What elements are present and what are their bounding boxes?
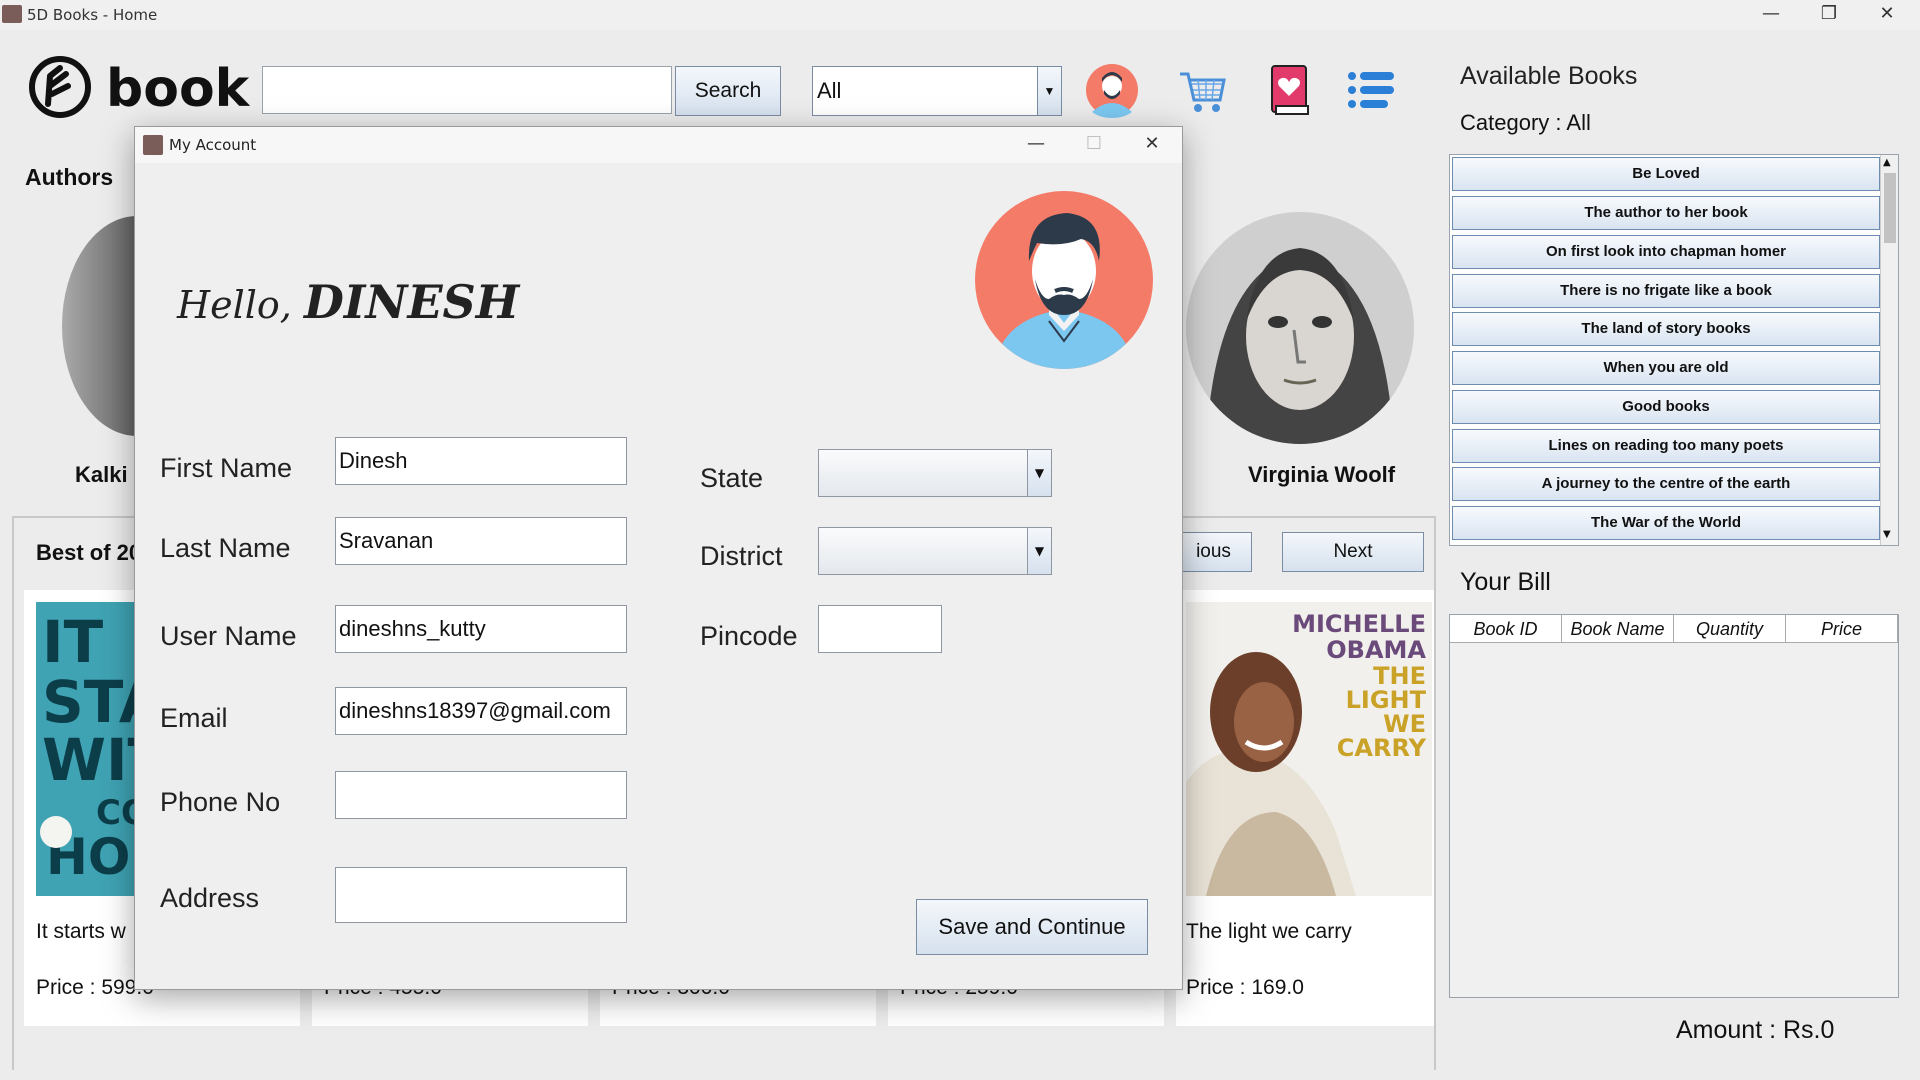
book-logo: book [29,56,251,119]
scroll-down-icon[interactable]: ▼ [1883,529,1891,540]
email-field[interactable]: dineshns18397@gmail.com [335,687,627,735]
greeting-text: Hello, [177,283,304,327]
category-dropdown[interactable]: All ▼ [812,66,1062,116]
author-name-virginia-woolf[interactable]: Virginia Woolf [1248,462,1395,488]
minimize-button[interactable]: — [1742,0,1800,30]
cover-text: IT [42,608,104,676]
chevron-down-icon[interactable]: ▼ [1027,528,1051,574]
list-scrollbar[interactable]: ▲ ▼ [1880,155,1898,545]
dialog-title: My Account [169,136,257,154]
window-titlebar: 5D Books - Home — ❐ ✕ [0,0,1920,30]
first-name-label: First Name [160,453,293,483]
bill-heading: Your Bill [1460,568,1551,596]
profile-avatar-icon[interactable] [975,191,1153,369]
district-dropdown[interactable]: ▼ [818,527,1052,575]
close-button[interactable]: ✕ [1858,0,1916,30]
dialog-maximize-button[interactable]: ☐ [1065,129,1123,161]
district-label: District [700,541,783,571]
list-item[interactable]: A journey to the centre of the earth [1452,467,1880,501]
cover-text: OBAMA [1326,636,1426,664]
chevron-down-icon[interactable]: ▼ [1027,450,1051,496]
scroll-thumb[interactable] [1884,173,1896,243]
dialog-titlebar: My Account — ☐ ✕ [135,127,1182,163]
my-account-dialog: My Account — ☐ ✕ Hello, DINESH First Nam… [134,126,1183,990]
column-header[interactable]: Book ID [1450,615,1562,643]
scroll-up-icon[interactable]: ▲ [1883,157,1891,168]
list-item[interactable]: Be Loved [1452,157,1880,191]
authors-heading: Authors [25,164,114,190]
column-header[interactable]: Quantity [1674,615,1786,643]
greeting: Hello, DINESH [177,275,519,329]
last-name-field[interactable]: Sravanan [335,517,627,565]
next-button[interactable]: Next [1282,532,1424,572]
book-card[interactable]: MICHELLE OBAMA THE LIGHT WE CARRY The li… [1176,590,1434,1026]
menu-list-icon[interactable] [1344,62,1400,118]
restore-button[interactable]: ❐ [1800,0,1858,30]
book-title: The light we carry [1186,920,1352,943]
previous-button[interactable]: ious [1176,532,1252,572]
user-name-field[interactable]: dineshns_kutty [335,605,627,653]
available-books-list[interactable]: Be Loved The author to her book On first… [1449,154,1899,546]
phone-label: Phone No [160,787,281,817]
user-avatar-icon[interactable] [1084,62,1140,118]
window-title: 5D Books - Home [27,6,158,24]
book-cover-the-light-we-carry: MICHELLE OBAMA THE LIGHT WE CARRY [1186,602,1432,896]
best-books-heading: Best of 20 [36,540,142,565]
pincode-field[interactable] [818,605,942,653]
list-item[interactable]: Lines on reading too many poets [1452,429,1880,463]
column-header[interactable]: Book Name [1562,615,1674,643]
last-name-label: Last Name [160,533,291,563]
category-label: Category : All [1460,110,1591,135]
author-name-kalki[interactable]: Kalki [75,462,128,488]
pincode-label: Pincode [700,621,798,651]
greeting-user-name: DINESH [303,275,520,329]
bill-table[interactable]: Book ID Book Name Quantity Price [1449,614,1899,998]
address-field[interactable] [335,867,627,923]
phone-field[interactable] [335,771,627,819]
list-item[interactable]: Good books [1452,390,1880,424]
user-name-label: User Name [160,621,297,651]
available-books-heading: Available Books [1460,62,1638,90]
book-price: Price : 169.0 [1186,976,1304,999]
app-icon [2,5,22,23]
list-item[interactable]: On first look into chapman homer [1452,235,1880,269]
dialog-close-button[interactable]: ✕ [1123,129,1181,161]
address-label: Address [160,883,260,913]
list-item[interactable]: The author to her book [1452,196,1880,230]
category-selected-value: All [817,78,842,103]
chevron-down-icon[interactable]: ▼ [1037,67,1061,115]
email-label: Email [160,703,228,733]
cover-text: MICHELLE [1292,610,1426,638]
column-header[interactable]: Price [1786,615,1898,643]
amount-total: Amount : Rs.0 [1676,1016,1835,1044]
state-dropdown[interactable]: ▼ [818,449,1052,497]
author-photo-virginia-woolf[interactable] [1186,212,1414,444]
list-item[interactable]: The War of the World [1452,506,1880,540]
list-item[interactable]: There is no frigate like a book [1452,274,1880,308]
book-title: It starts w [36,920,126,943]
svg-text:book: book [106,59,251,119]
cover-text: CARRY [1337,734,1427,762]
search-button[interactable]: Search [675,66,781,116]
cart-icon[interactable] [1174,62,1230,118]
favorite-book-icon[interactable] [1262,62,1318,118]
first-name-field[interactable]: Dinesh [335,437,627,485]
app-icon [143,135,163,155]
list-item[interactable]: The land of story books [1452,312,1880,346]
save-and-continue-button[interactable]: Save and Continue [916,899,1148,955]
search-input[interactable] [262,66,672,114]
dialog-minimize-button[interactable]: — [1007,129,1065,161]
state-label: State [700,463,764,493]
list-item[interactable]: When you are old [1452,351,1880,385]
